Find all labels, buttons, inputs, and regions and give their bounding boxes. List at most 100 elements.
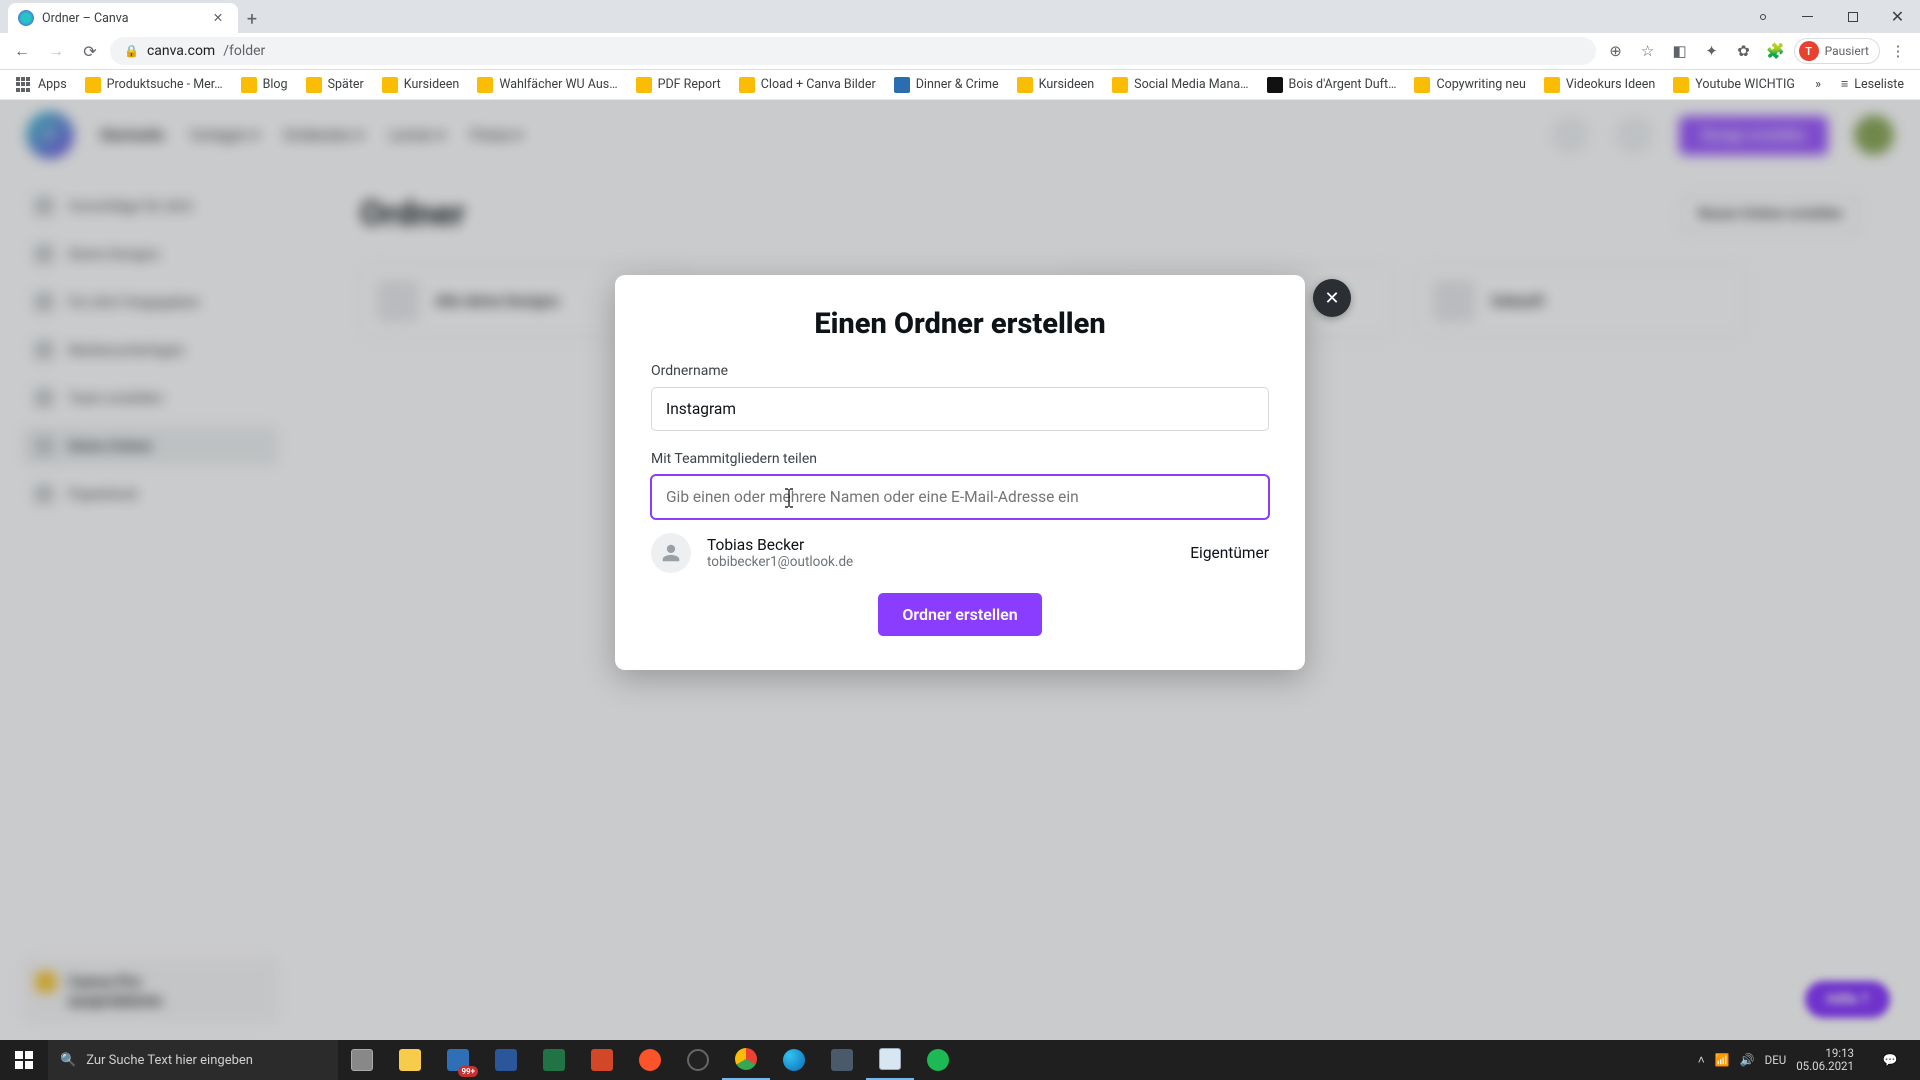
bookmark-folder-icon xyxy=(306,77,322,93)
app-icon[interactable] xyxy=(818,1040,866,1080)
windows-taskbar: 🔍 Zur Suche Text hier eingeben ˄ 📶 🔊 DEU… xyxy=(0,1040,1920,1080)
url-path: /folder xyxy=(223,43,265,59)
taskbar-search-placeholder: Zur Suche Text hier eingeben xyxy=(86,1053,253,1068)
word-icon[interactable] xyxy=(482,1040,530,1080)
taskbar-search[interactable]: 🔍 Zur Suche Text hier eingeben xyxy=(48,1040,338,1080)
tray-chevron-up-icon[interactable]: ˄ xyxy=(1698,1053,1705,1067)
bookmark-folder-icon xyxy=(1544,77,1560,93)
profile-status: Pausiert xyxy=(1825,44,1869,58)
bookmark-favicon xyxy=(1267,77,1283,93)
bookmark-item[interactable]: PDF Report xyxy=(628,73,729,97)
tray-clock[interactable]: 19:13 05.06.2021 xyxy=(1796,1047,1860,1073)
bookmark-folder-icon xyxy=(241,77,257,93)
extension-icon-3[interactable]: ✿ xyxy=(1730,37,1758,65)
tab-title: Ordner – Canva xyxy=(42,11,129,26)
bookmark-item[interactable]: Bois d'Argent Duft… xyxy=(1259,73,1405,97)
browser-tab[interactable]: Ordner – Canva ✕ xyxy=(8,3,238,33)
lock-icon: 🔒 xyxy=(124,44,139,58)
close-window-button[interactable]: ✕ xyxy=(1875,0,1920,33)
share-input[interactable] xyxy=(651,475,1269,519)
apps-label: Apps xyxy=(38,77,67,92)
modal-close-button[interactable]: ✕ xyxy=(1313,279,1351,317)
bookmark-item[interactable]: Kursideen xyxy=(1009,73,1103,97)
bookmark-item[interactable]: Produktsuche - Mer… xyxy=(77,73,231,97)
bookmark-folder-icon xyxy=(1017,77,1033,93)
member-row: Tobias Becker tobibecker1@outlook.de Eig… xyxy=(651,533,1269,573)
reading-list-button[interactable]: ≡Leseliste xyxy=(1833,73,1912,96)
task-view-icon[interactable] xyxy=(338,1040,386,1080)
bookmark-folder-icon xyxy=(1673,77,1689,93)
address-bar[interactable]: 🔒 canva.com/folder xyxy=(110,37,1596,65)
folder-name-input[interactable] xyxy=(651,387,1269,431)
browser-tabstrip: Ordner – Canva ✕ + ✕ xyxy=(0,0,1920,33)
member-email: tobibecker1@outlook.de xyxy=(707,554,853,570)
file-explorer-icon[interactable] xyxy=(386,1040,434,1080)
profile-chip[interactable]: T Pausiert xyxy=(1794,38,1880,64)
create-folder-submit-button[interactable]: Ordner erstellen xyxy=(878,593,1041,636)
spotify-icon[interactable] xyxy=(914,1040,962,1080)
tray-volume-icon[interactable]: 🔊 xyxy=(1740,1053,1755,1067)
app-viewport: C Startseite Vorlagen▾ Entdecken▾ Lernen… xyxy=(0,100,1920,1040)
browser-toolbar: ← → ⟳ 🔒 canva.com/folder ⊕ ☆ ◧ ✦ ✿ 🧩 T P… xyxy=(0,33,1920,70)
bookmark-item[interactable]: Später xyxy=(298,73,372,97)
bookmark-item[interactable]: Wahlfächer WU Aus… xyxy=(469,73,625,97)
forward-button[interactable]: → xyxy=(42,37,70,65)
search-icon: 🔍 xyxy=(60,1053,76,1068)
tray-language[interactable]: DEU xyxy=(1765,1053,1787,1067)
start-button[interactable] xyxy=(0,1040,48,1080)
bookmark-item[interactable]: Social Media Mana… xyxy=(1104,73,1256,97)
modal-overlay[interactable]: Einen Ordner erstellen Ordnername Mit Te… xyxy=(0,100,1920,1040)
bookmark-overflow[interactable]: » xyxy=(1807,73,1829,96)
powerpoint-icon[interactable] xyxy=(578,1040,626,1080)
folder-name-label: Ordnername xyxy=(651,363,1269,379)
tab-close-icon[interactable]: ✕ xyxy=(210,10,226,26)
create-folder-modal: Einen Ordner erstellen Ordnername Mit Te… xyxy=(615,275,1305,670)
bookmark-favicon xyxy=(894,77,910,93)
bookmark-item[interactable]: Youtube WICHTIG xyxy=(1665,73,1803,97)
bookmark-item[interactable]: Kursideen xyxy=(374,73,468,97)
toolbar-right: ⊕ ☆ ◧ ✦ ✿ 🧩 T Pausiert ⋮ xyxy=(1602,37,1912,65)
apps-grid-icon xyxy=(16,77,32,93)
bookmarks-bar: Apps Produktsuche - Mer… Blog Später Kur… xyxy=(0,70,1920,100)
mail-icon[interactable] xyxy=(434,1040,482,1080)
tray-network-icon[interactable]: 📶 xyxy=(1715,1053,1730,1067)
taskbar-apps xyxy=(338,1040,962,1080)
brave-icon[interactable] xyxy=(626,1040,674,1080)
share-label: Mit Teammitgliedern teilen xyxy=(651,451,1269,467)
zoom-icon[interactable]: ⊕ xyxy=(1602,37,1630,65)
extension-icon-1[interactable]: ◧ xyxy=(1666,37,1694,65)
maximize-button[interactable] xyxy=(1830,0,1875,33)
new-tab-button[interactable]: + xyxy=(238,5,266,33)
account-dot-icon[interactable] xyxy=(1740,0,1785,33)
excel-icon[interactable] xyxy=(530,1040,578,1080)
back-button[interactable]: ← xyxy=(8,37,36,65)
bookmark-item[interactable]: Cload + Canva Bilder xyxy=(731,73,884,97)
bookmark-folder-icon xyxy=(739,77,755,93)
extension-icon-2[interactable]: ✦ xyxy=(1698,37,1726,65)
obs-icon[interactable] xyxy=(674,1040,722,1080)
star-icon[interactable]: ☆ xyxy=(1634,37,1662,65)
member-name: Tobias Becker xyxy=(707,536,853,554)
action-center-icon[interactable]: 💬 xyxy=(1870,1053,1910,1067)
apps-button[interactable]: Apps xyxy=(8,73,75,97)
bookmark-folder-icon xyxy=(1414,77,1430,93)
bookmark-folder-icon xyxy=(636,77,652,93)
bookmark-folder-icon xyxy=(85,77,101,93)
url-host: canva.com xyxy=(147,43,215,59)
chrome-icon[interactable] xyxy=(722,1040,770,1080)
bookmark-item[interactable]: Videokurs Ideen xyxy=(1536,73,1663,97)
windows-logo-icon xyxy=(15,1051,33,1069)
profile-avatar: T xyxy=(1799,41,1819,61)
bookmark-item[interactable]: Dinner & Crime xyxy=(886,73,1007,97)
member-role: Eigentümer xyxy=(1190,544,1269,562)
close-icon: ✕ xyxy=(1324,288,1339,309)
minimize-button[interactable] xyxy=(1785,0,1830,33)
edge-icon[interactable] xyxy=(770,1040,818,1080)
kebab-menu-icon[interactable]: ⋮ xyxy=(1884,37,1912,65)
reload-button[interactable]: ⟳ xyxy=(76,37,104,65)
bookmark-item[interactable]: Blog xyxy=(233,73,296,97)
bookmark-item[interactable]: Copywriting neu xyxy=(1406,73,1533,97)
system-tray: ˄ 📶 🔊 DEU 19:13 05.06.2021 💬 xyxy=(1688,1047,1920,1073)
extensions-puzzle-icon[interactable]: 🧩 xyxy=(1762,37,1790,65)
notepad-icon[interactable] xyxy=(866,1040,914,1080)
